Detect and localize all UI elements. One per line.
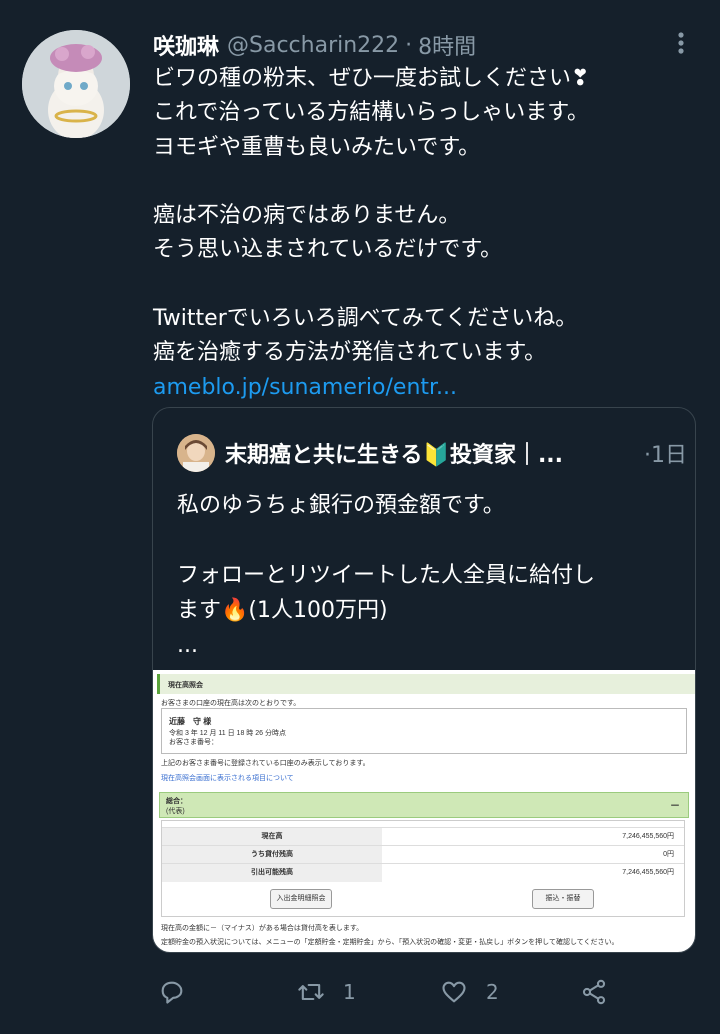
image-row-value: 7,246,455,560円 bbox=[622, 869, 674, 876]
tweet-text-line: Twitterでいろいろ調べてみてくださいね。 bbox=[153, 306, 578, 332]
image-number-label: お客さま番号： bbox=[169, 739, 218, 746]
quoted-author-avatar[interactable] bbox=[177, 434, 215, 472]
reply-button[interactable] bbox=[158, 976, 204, 1008]
image-holder-name: 近藤 守 様 bbox=[169, 717, 212, 726]
image-balance-table: 現在高 7,246,455,560円 うち貸付残高 0円 引出可能残高 7,24… bbox=[161, 820, 685, 917]
quoted-header-separator: · bbox=[644, 443, 651, 468]
tweet-actions: 1 2 bbox=[0, 968, 720, 1018]
image-table-row: 引出可能残高 7,246,455,560円 bbox=[162, 863, 684, 882]
quoted-tweet-timestamp[interactable]: ·1日 bbox=[644, 437, 687, 469]
author-name[interactable]: 咲珈琳 bbox=[153, 29, 219, 61]
image-header-title: 現在高照会 bbox=[168, 682, 203, 689]
quoted-text-line bbox=[177, 523, 677, 558]
tweet-text-line bbox=[153, 165, 713, 199]
quoted-text-line: ます🔥(1人100万円) bbox=[177, 598, 388, 623]
quoted-tweet-header: 末期癌と共に生きる🔰投資家｜... ·1日 bbox=[177, 433, 687, 473]
image-row-label: うち貸付残高 bbox=[162, 846, 382, 864]
image-header-bar: 現在高照会 bbox=[157, 674, 695, 694]
image-note-2: 定額貯金の預入状況については、メニューの「定額貯金・定期貯金」から、「預入状況の… bbox=[161, 939, 619, 946]
like-count: 2 bbox=[486, 980, 499, 1004]
quoted-tweet-text: 私のゆうちょ銀行の預金額です。 フォローとリツイートした人全員に給付し ます🔥(… bbox=[177, 488, 677, 663]
retweet-icon bbox=[298, 983, 324, 1001]
tweet-text-line: ビワの種の粉末、ぜひ一度お試しください❣ bbox=[153, 66, 590, 91]
share-icon bbox=[582, 979, 606, 1005]
image-collapse-icon: － bbox=[670, 801, 680, 812]
retweet-count: 1 bbox=[343, 980, 356, 1004]
quoted-text-line: ... bbox=[177, 633, 198, 658]
more-options-icon[interactable] bbox=[666, 28, 696, 58]
tweet-text-line: そう思い込まされているだけです。 bbox=[153, 237, 503, 263]
tweet-link[interactable]: ameblo.jp/sunamerio/entr... bbox=[153, 371, 713, 405]
header-separator: · bbox=[405, 32, 413, 58]
image-group-label: 総合： bbox=[166, 798, 187, 805]
author-handle[interactable]: @Saccharin222 bbox=[227, 33, 399, 58]
image-history-button: 入出金明細照会 bbox=[270, 889, 332, 909]
quoted-text-line: 私のゆうちょ銀行の預金額です。 bbox=[177, 493, 505, 518]
tweet-text-line: 癌を治癒する方法が発信されています。 bbox=[153, 340, 547, 366]
image-row-label: 引出可能残高 bbox=[162, 864, 382, 882]
image-intro: お客さまの口座の現在高は次のとおりです。 bbox=[161, 700, 301, 707]
quoted-tweet-time: 1日 bbox=[651, 443, 687, 468]
image-group-bar: 総合： (代表) － bbox=[159, 792, 689, 818]
image-row-value: 0円 bbox=[663, 851, 674, 858]
quoted-text-line: フォローとリツイートした人全員に給付し bbox=[177, 563, 596, 588]
image-table-row: うち貸付残高 0円 bbox=[162, 845, 684, 864]
share-button[interactable] bbox=[580, 976, 608, 1008]
image-info-link: 現在高照会画面に表示される項目について bbox=[161, 775, 294, 782]
image-transfer-button: 振込・振替 bbox=[532, 889, 594, 909]
author-avatar[interactable] bbox=[22, 30, 130, 138]
tweet-text-line: 癌は不治の病ではありません。 bbox=[153, 203, 461, 229]
image-row-label: 現在高 bbox=[162, 828, 382, 846]
tweet-text-line bbox=[153, 268, 713, 302]
tweet-text-line: ヨモギや重曹も良いみたいです。 bbox=[153, 134, 481, 160]
reply-icon bbox=[161, 981, 183, 1004]
quoted-author-name[interactable]: 末期癌と共に生きる🔰投資家｜... bbox=[225, 437, 605, 469]
image-table-row: 現在高 7,246,455,560円 bbox=[162, 827, 684, 846]
tweet-text: ビワの種の粉末、ぜひ一度お試しください❣ これで治っている方結構いらっしゃいます… bbox=[153, 62, 713, 405]
image-group-sub: (代表) bbox=[166, 808, 185, 815]
tweet-timestamp[interactable]: 8時間 bbox=[418, 29, 476, 61]
tweet-text-line: これで治っている方結構いらっしゃいます。 bbox=[153, 100, 590, 126]
image-notice: 上記のお客さま番号に登録されている口座のみ表示しております。 bbox=[161, 760, 370, 767]
image-note-1: 現在高の金額に－（マイナス）がある場合は貸付高を表します。 bbox=[161, 925, 364, 932]
retweet-button[interactable]: 1 bbox=[297, 976, 356, 1008]
quoted-tweet-image[interactable]: 現在高照会 お客さまの口座の現在高は次のとおりです。 近藤 守 様 令和 3 年… bbox=[153, 670, 695, 952]
quoted-tweet[interactable]: 末期癌と共に生きる🔰投資家｜... ·1日 私のゆうちょ銀行の預金額です。 フォ… bbox=[152, 407, 696, 953]
tweet-header: 咲珈琳 @Saccharin222 · 8時間 bbox=[153, 29, 476, 61]
image-row-value: 7,246,455,560円 bbox=[622, 833, 674, 840]
like-button[interactable]: 2 bbox=[440, 976, 499, 1008]
heart-icon bbox=[442, 981, 466, 1003]
